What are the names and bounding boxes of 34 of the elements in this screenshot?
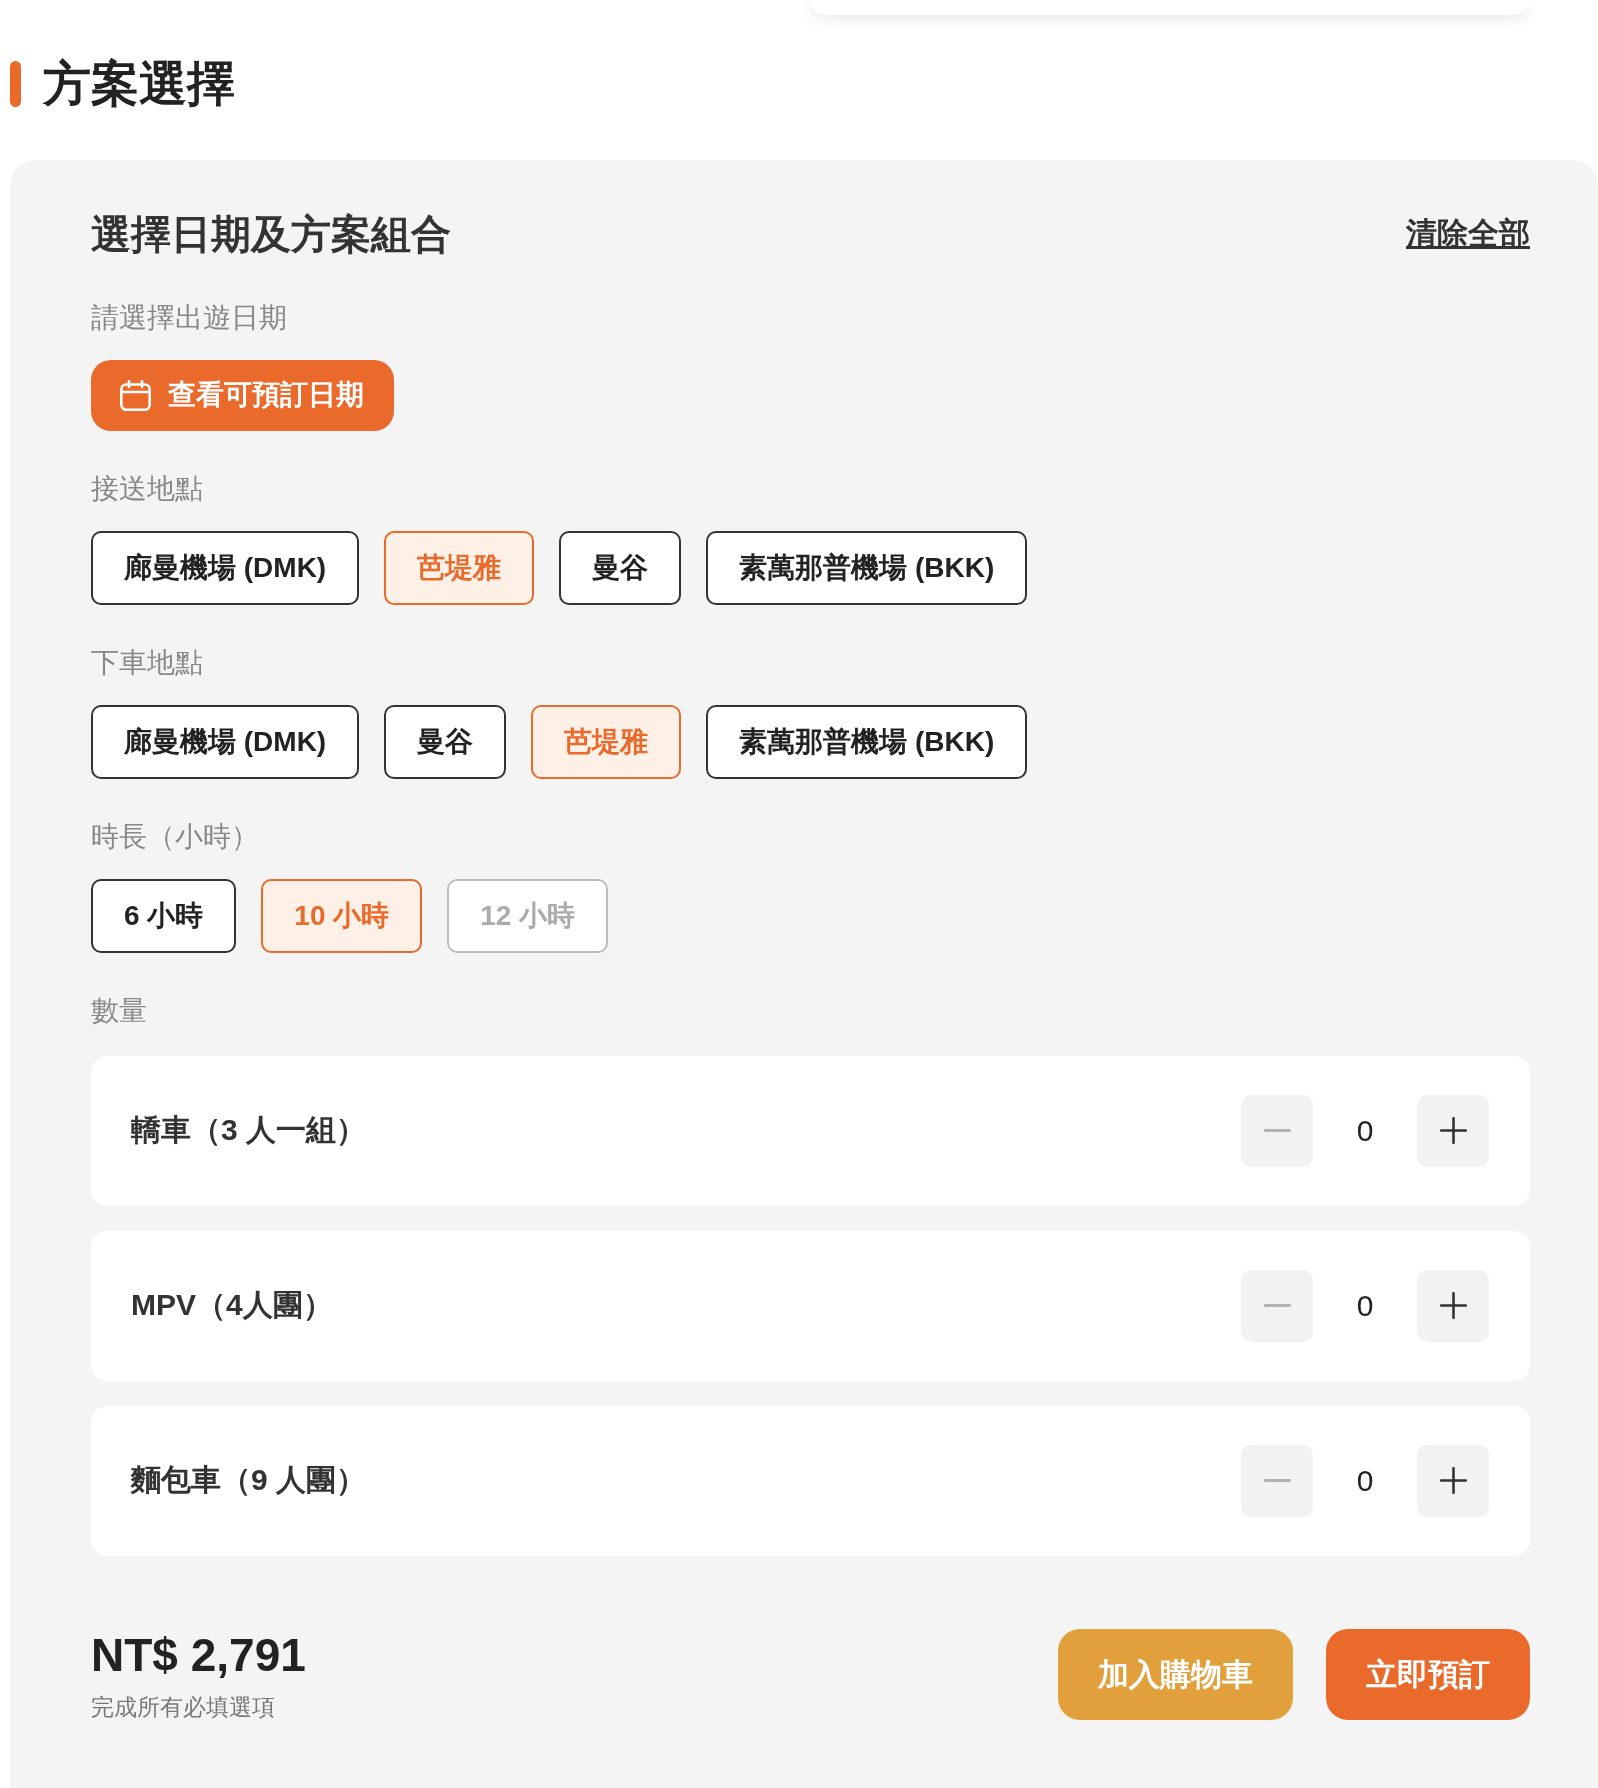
option-chip[interactable]: 廊曼機場 (DMK) (91, 530, 360, 605)
minus-icon (1263, 1129, 1291, 1133)
plus-icon (1439, 1117, 1467, 1145)
calendar-icon (120, 379, 151, 411)
accent-bar (10, 60, 21, 107)
plus-icon (1439, 1467, 1467, 1495)
field-label: 下車地點 (91, 645, 204, 680)
plus-icon (1439, 1292, 1467, 1320)
vehicle-name: MPV（4人團） (131, 1287, 333, 1324)
quantity-value: 0 (1355, 1463, 1375, 1498)
vehicle-name: 麵包車（9 人團） (131, 1462, 367, 1499)
increment-button[interactable] (1417, 1444, 1489, 1517)
option-chip[interactable]: 素萬那普機場 (BKK) (706, 530, 1028, 605)
panel-title: 選擇日期及方案組合 (91, 210, 451, 258)
vehicle-name: 轎車（3 人一組） (131, 1112, 367, 1149)
total-price: NT$ 2,791 (91, 1627, 306, 1683)
field-label: 請選擇出遊日期 (91, 300, 288, 335)
option-chip[interactable]: 素萬那普機場 (BKK) (706, 704, 1028, 779)
option-chip[interactable]: 曼谷 (384, 704, 507, 779)
field-label: 時長（小時） (91, 819, 260, 854)
quantity-value: 0 (1355, 1288, 1375, 1323)
option-chip[interactable]: 6 小時 (91, 878, 237, 953)
section-title: 方案選擇 (43, 56, 235, 112)
option-chip[interactable]: 廊曼機場 (DMK) (91, 704, 360, 779)
option-chip[interactable]: 曼谷 (559, 530, 682, 605)
minus-icon (1263, 1304, 1291, 1308)
increment-button[interactable] (1417, 1269, 1489, 1342)
quantity-value: 0 (1355, 1113, 1375, 1148)
hint-text: 完成所有必填選項 (91, 1692, 276, 1722)
field-label: 接送地點 (91, 471, 204, 506)
clear-all-link[interactable]: 清除全部 (1406, 212, 1530, 255)
minus-icon (1263, 1479, 1291, 1483)
field-label: 數量 (91, 993, 148, 1028)
increment-button[interactable] (1417, 1094, 1489, 1167)
